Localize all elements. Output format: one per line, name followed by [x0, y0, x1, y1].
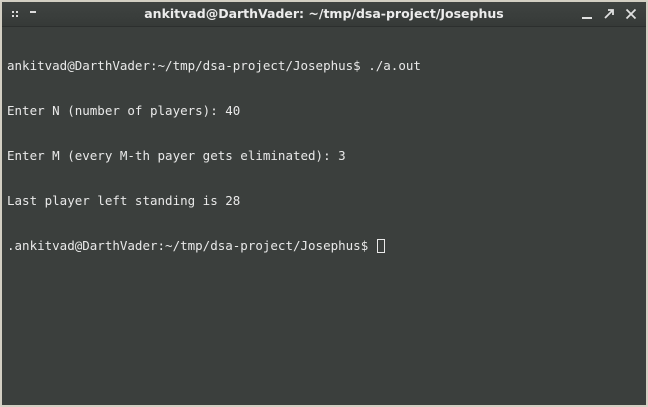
terminal-line: Enter M (every M-th payer gets eliminate… — [7, 148, 346, 163]
shell-prompt: .ankitvad@DarthVader:~/tmp/dsa-project/J… — [7, 238, 376, 253]
grip-icon[interactable] — [12, 10, 20, 18]
terminal-area[interactable]: ankitvad@DarthVader:~/tmp/dsa-project/Jo… — [2, 27, 646, 405]
title-bar[interactable]: ankitvad@DarthVader: ~/tmp/dsa-project/J… — [2, 2, 646, 27]
close-icon — [625, 8, 637, 20]
minimize-button[interactable] — [578, 5, 596, 23]
minimize-icon — [582, 17, 592, 19]
terminal-line: Last player left standing is 28 — [7, 193, 241, 208]
terminal-line: ankitvad@DarthVader:~/tmp/dsa-project/Jo… — [7, 58, 421, 73]
text-cursor — [376, 239, 385, 253]
close-button[interactable] — [622, 5, 640, 23]
window-title: ankitvad@DarthVader: ~/tmp/dsa-project/J… — [144, 6, 504, 21]
title-bar-left-controls — [12, 4, 36, 24]
dash-icon[interactable] — [30, 11, 36, 13]
maximize-icon — [604, 9, 614, 19]
terminal-line: Enter N (number of players): 40 — [7, 103, 241, 118]
prompt-line[interactable]: .ankitvad@DarthVader:~/tmp/dsa-project/J… — [7, 238, 646, 253]
maximize-button[interactable] — [600, 5, 618, 23]
terminal-window: ankitvad@DarthVader: ~/tmp/dsa-project/J… — [0, 0, 648, 407]
window-controls — [578, 5, 640, 23]
terminal-output: ankitvad@DarthVader:~/tmp/dsa-project/Jo… — [2, 27, 646, 283]
